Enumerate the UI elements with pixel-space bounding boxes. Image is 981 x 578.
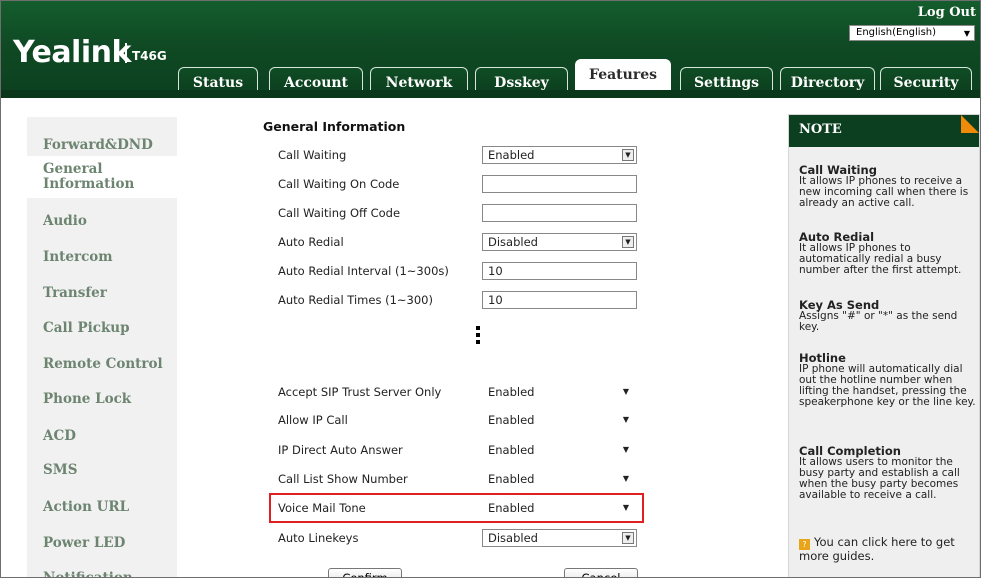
logo-divider	[125, 43, 127, 63]
logout-link[interactable]: Log Out	[918, 5, 976, 20]
chevron-down-icon: ▼	[622, 503, 629, 512]
label-accept-sip-trust-server-only: Accept SIP Trust Server Only	[278, 385, 442, 399]
voice-mail-tone-value: Enabled	[488, 501, 535, 515]
label-ip-direct-auto-answer: IP Direct Auto Answer	[278, 443, 403, 457]
chevron-down-icon: ▼	[622, 445, 629, 454]
auto-redial-interval-input[interactable]: 10	[482, 262, 637, 280]
tab-network[interactable]: Network	[370, 67, 468, 98]
label-auto-redial-times: Auto Redial Times (1~300)	[278, 293, 433, 307]
sidebar-item-acd[interactable]: ACD	[27, 421, 177, 451]
sidebar-item-remote-control[interactable]: Remote Control	[27, 349, 177, 379]
chevron-down-icon: ▼	[622, 415, 629, 424]
chevron-down-icon: ▼	[622, 532, 634, 544]
sidebar-item-general-information[interactable]: General Information	[27, 158, 137, 198]
note-call-waiting: Call Waiting It allows IP phones to rece…	[799, 164, 979, 209]
sidebar-item-action-url[interactable]: Action URL	[27, 492, 177, 522]
call-list-show-number-select[interactable]: Enabled ▼	[482, 470, 637, 488]
tab-security[interactable]: Security	[880, 67, 972, 98]
chevron-down-icon: ▼	[622, 387, 629, 396]
confirm-button[interactable]: Confirm	[328, 568, 402, 577]
chevron-down-icon: ▼	[622, 474, 629, 483]
label-auto-redial-interval: Auto Redial Interval (1~300s)	[278, 264, 449, 278]
cancel-button[interactable]: Cancel	[564, 568, 638, 577]
tab-dsskey[interactable]: Dsskey	[475, 67, 568, 98]
tab-settings[interactable]: Settings	[680, 67, 773, 98]
call-waiting-off-code-input[interactable]	[482, 204, 637, 222]
note-hotline: Hotline IP phone will automatically dial…	[799, 352, 979, 408]
ellipsis-icon	[476, 326, 480, 347]
note-text: It allows IP phones to automatically red…	[799, 242, 962, 276]
note-text: Assigns "#" or "*" as the send key.	[799, 310, 958, 333]
chevron-down-icon: ▼	[622, 236, 634, 248]
chevron-down-icon: ▼	[622, 149, 634, 161]
model-label: T46G	[132, 49, 167, 63]
sidebar-item-audio[interactable]: Audio	[27, 206, 177, 236]
sidebar-item-notification-popups[interactable]: Notification Popups	[27, 563, 177, 577]
section-title: General Information	[263, 119, 406, 134]
tab-account[interactable]: Account	[269, 67, 363, 98]
note-auto-redial: Auto Redial It allows IP phones to autom…	[799, 231, 979, 276]
ip-direct-auto-answer-select[interactable]: Enabled ▼	[482, 441, 637, 459]
note-text: It allows IP phones to receive a new inc…	[799, 175, 969, 209]
note-text: IP phone will automatically dial out the…	[799, 363, 976, 408]
tab-status[interactable]: Status	[178, 67, 258, 98]
allow-ip-call-select[interactable]: Enabled ▼	[482, 411, 637, 429]
note-heading: NOTE	[789, 115, 979, 147]
label-auto-linekeys: Auto Linekeys	[278, 531, 359, 545]
note-panel: NOTE Call Waiting It allows IP phones to…	[788, 114, 980, 577]
label-allow-ip-call: Allow IP Call	[278, 413, 348, 427]
corner-accent-icon	[961, 115, 979, 133]
tab-features[interactable]: Features	[575, 59, 671, 99]
sidebar-item-transfer[interactable]: Transfer	[27, 278, 177, 308]
label-voice-mail-tone: Voice Mail Tone	[278, 501, 366, 515]
language-value: English(English)	[856, 27, 937, 38]
call-waiting-select[interactable]: Enabled ▼	[482, 146, 637, 164]
ip-direct-auto-answer-value: Enabled	[488, 443, 535, 457]
note-call-completion: Call Completion It allows users to monit…	[799, 445, 979, 501]
label-call-waiting-on-code: Call Waiting On Code	[278, 177, 400, 191]
label-call-waiting: Call Waiting	[278, 148, 347, 162]
guide-text: You can click here to get more guides.	[799, 535, 955, 563]
accept-sip-trust-server-only-value: Enabled	[488, 385, 535, 399]
auto-linekeys-value: Disabled	[488, 531, 538, 545]
note-key-as-send: Key As Send Assigns "#" or "*" as the se…	[799, 299, 979, 333]
guide-link[interactable]: ? You can click here to get more guides.	[799, 536, 974, 563]
label-call-waiting-off-code: Call Waiting Off Code	[278, 206, 401, 220]
sidebar-item-phone-lock[interactable]: Phone Lock	[27, 384, 177, 414]
sidebar-item-sms[interactable]: SMS	[27, 455, 177, 485]
brand-logo: Yealink	[13, 35, 131, 70]
chevron-down-icon: ▼	[963, 29, 970, 38]
allow-ip-call-value: Enabled	[488, 413, 535, 427]
call-waiting-on-code-input[interactable]	[482, 175, 637, 193]
label-call-list-show-number: Call List Show Number	[278, 472, 408, 486]
sidebar-item-intercom[interactable]: Intercom	[27, 242, 177, 272]
label-auto-redial: Auto Redial	[278, 235, 344, 249]
sidebar-item-call-pickup[interactable]: Call Pickup	[27, 313, 177, 343]
auto-redial-select[interactable]: Disabled ▼	[482, 233, 637, 251]
sidebar-item-power-led[interactable]: Power LED	[27, 528, 177, 558]
call-waiting-value: Enabled	[488, 148, 535, 162]
auto-redial-times-input[interactable]: 10	[482, 291, 637, 309]
voice-mail-tone-select[interactable]: Enabled ▼	[482, 499, 637, 517]
accept-sip-trust-server-only-select[interactable]: Enabled ▼	[482, 383, 637, 401]
sidebar-item-forward-dnd[interactable]: Forward&DND	[27, 130, 177, 160]
call-list-show-number-value: Enabled	[488, 472, 535, 486]
app-window: Yealink T46G Log Out English(English) ▼ …	[0, 0, 981, 578]
language-select[interactable]: English(English) ▼	[849, 25, 975, 41]
note-text: It allows users to monitor the busy part…	[799, 456, 960, 501]
auto-linekeys-select[interactable]: Disabled ▼	[482, 529, 637, 547]
auto-redial-value: Disabled	[488, 235, 538, 249]
tab-directory[interactable]: Directory	[780, 67, 875, 98]
header-bar: Yealink T46G Log Out English(English) ▼ …	[1, 1, 980, 99]
